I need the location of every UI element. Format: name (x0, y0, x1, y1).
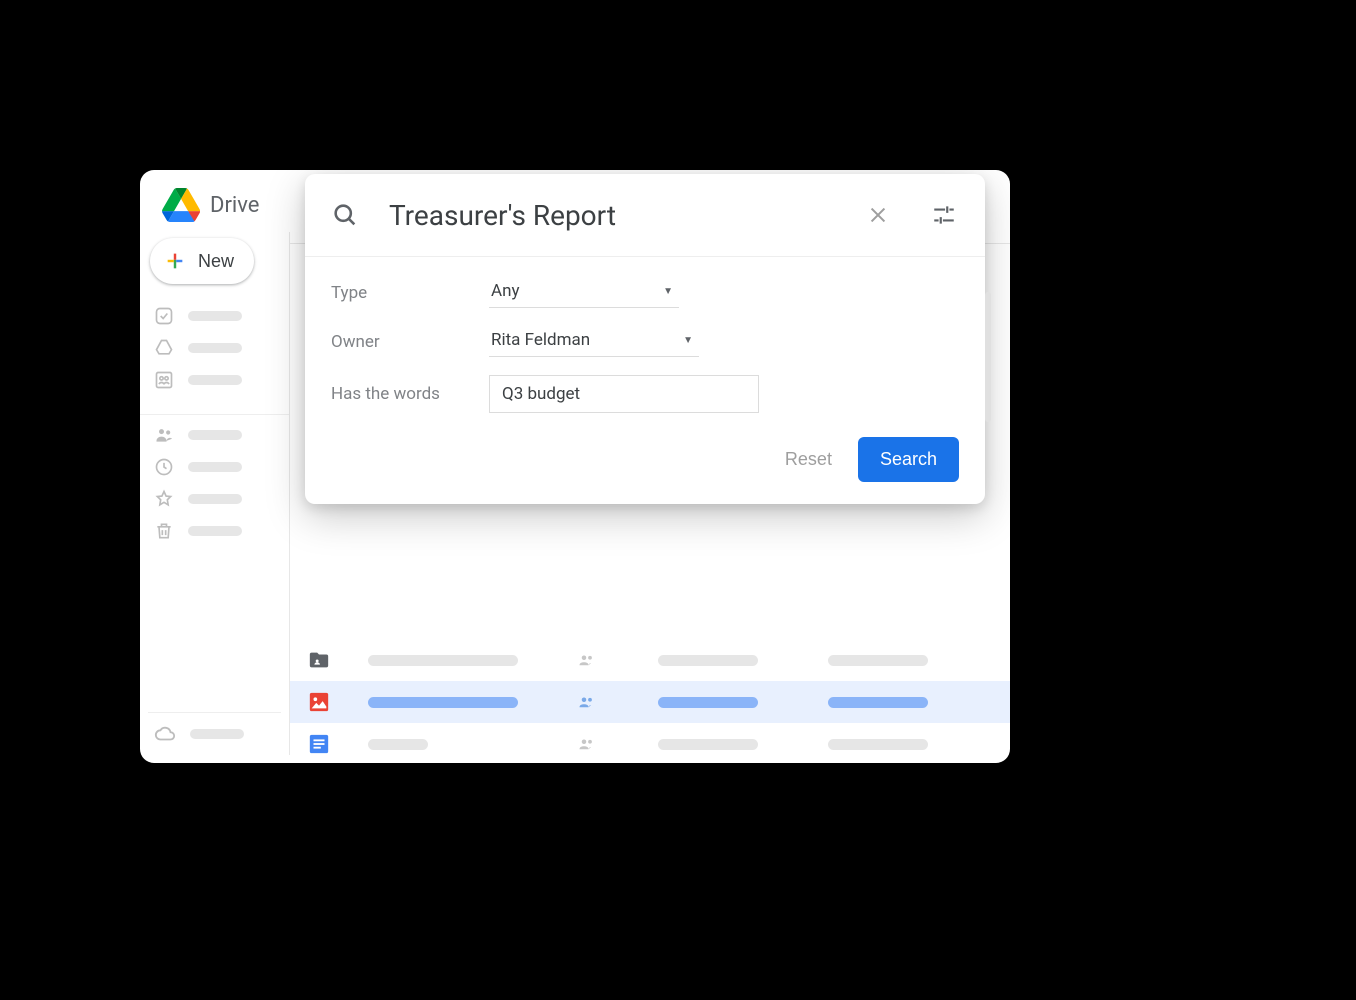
tune-icon (931, 202, 957, 228)
file-row[interactable] (290, 723, 1010, 763)
shared-icon (578, 737, 596, 751)
file-row[interactable] (290, 639, 1010, 681)
image-file-icon (308, 691, 330, 713)
filter-owner-label: Owner (331, 332, 471, 352)
filter-owner-dropdown[interactable]: Rita Feldman ▼ (489, 326, 699, 357)
filter-words-input[interactable] (489, 375, 759, 413)
clock-icon (154, 457, 174, 477)
sidebar-item-priority[interactable] (148, 302, 281, 330)
plus-icon (164, 250, 186, 272)
shared-icon (578, 695, 596, 709)
drive-outline-icon (154, 338, 174, 358)
filter-type-label: Type (331, 283, 471, 303)
filter-type-value: Any (491, 281, 520, 301)
filter-owner-value: Rita Feldman (491, 330, 590, 350)
reset-button[interactable]: Reset (785, 449, 832, 470)
file-row[interactable] (290, 681, 1010, 723)
filter-type-dropdown[interactable]: Any ▼ (489, 277, 679, 308)
clear-search-button[interactable] (861, 198, 895, 232)
sidebar-item-my-drive[interactable] (148, 334, 281, 362)
close-icon (867, 204, 889, 226)
drive-logo-icon (162, 188, 200, 222)
scrollbar[interactable] (985, 292, 991, 422)
sidebar-item-recent[interactable] (148, 453, 281, 481)
sidebar-item-shared-drives[interactable] (148, 366, 281, 394)
sidebar-item-trash[interactable] (148, 517, 281, 545)
filter-words-label: Has the words (331, 384, 471, 404)
caret-down-icon: ▼ (683, 335, 693, 346)
shared-icon (578, 653, 596, 667)
sidebar-item-starred[interactable] (148, 485, 281, 513)
file-list (290, 639, 1010, 763)
docs-file-icon (308, 733, 330, 755)
sidebar: New (140, 232, 290, 755)
search-input[interactable] (389, 199, 831, 232)
caret-down-icon: ▼ (663, 286, 673, 297)
shared-folder-icon (308, 649, 330, 671)
trash-icon (154, 521, 174, 541)
sidebar-item-shared[interactable] (148, 421, 281, 449)
checkbox-icon (154, 306, 174, 326)
product-name: Drive (210, 193, 259, 218)
search-options-button[interactable] (925, 196, 963, 234)
new-button[interactable]: New (150, 238, 254, 284)
people-box-icon (154, 370, 174, 390)
sidebar-item-storage[interactable] (148, 712, 281, 755)
people-icon (154, 425, 174, 445)
search-icon (331, 201, 359, 229)
cloud-icon (154, 723, 176, 745)
new-button-label: New (198, 251, 234, 272)
advanced-search-panel: Type Any ▼ Owner Rita Feldman ▼ Has the … (305, 174, 985, 504)
star-icon (154, 489, 174, 509)
search-button[interactable]: Search (858, 437, 959, 482)
